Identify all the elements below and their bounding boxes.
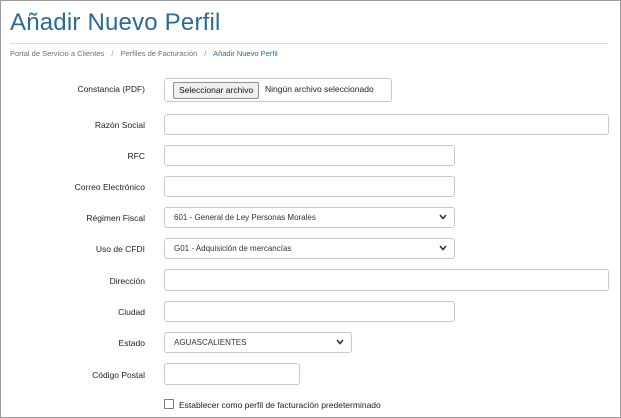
window-frame: Añadir Nuevo Perfil Portal de Servicio a…	[0, 0, 621, 418]
breadcrumb-link-perfiles[interactable]: Perfiles de Facturación	[121, 49, 198, 58]
uso-cfdi-label: Uso de CFDI	[95, 244, 145, 254]
constancia-file-input[interactable]: Seleccionar archivo Ningún archivo selec…	[164, 78, 392, 102]
correo-label: Correo Electrónico	[74, 182, 145, 192]
breadcrumb: Portal de Servicio a Clientes / Perfiles…	[10, 49, 278, 58]
select-file-button[interactable]: Seleccionar archivo	[173, 82, 260, 99]
razon-social-label: Razón Social	[94, 120, 145, 130]
regimen-fiscal-selected: 601 - General de Ley Personas Morales	[174, 213, 316, 222]
page-title: Añadir Nuevo Perfil	[10, 9, 221, 36]
direccion-label: Dirección	[109, 276, 145, 286]
breadcrumb-separator: /	[204, 49, 207, 58]
uso-cfdi-selected: G01 - Adquisición de mercancías	[174, 244, 292, 253]
codigo-postal-label: Código Postal	[92, 370, 145, 380]
uso-cfdi-select[interactable]: G01 - Adquisición de mercancías	[164, 238, 455, 259]
chevron-down-icon	[439, 245, 447, 251]
breadcrumb-current: Añadir Nuevo Perfil	[213, 49, 278, 58]
default-profile-checkbox[interactable]	[164, 399, 174, 409]
default-profile-option[interactable]: Establecer como perfil de facturación pr…	[164, 399, 381, 410]
rfc-input[interactable]	[164, 145, 455, 166]
estado-label: Estado	[118, 338, 145, 348]
estado-selected: AGUASCALIENTES	[174, 338, 247, 347]
title-divider	[10, 43, 608, 44]
postal-code-input[interactable]	[164, 363, 300, 385]
breadcrumb-separator: /	[111, 49, 114, 58]
ciudad-input[interactable]	[164, 301, 455, 322]
regimen-fiscal-select[interactable]: 601 - General de Ley Personas Morales	[164, 207, 455, 228]
ciudad-label: Ciudad	[118, 307, 145, 317]
estado-select[interactable]: AGUASCALIENTES	[164, 332, 352, 353]
regimen-fiscal-label: Régimen Fiscal	[86, 213, 145, 223]
razon-social-input[interactable]	[164, 114, 609, 135]
rfc-label: RFC	[127, 151, 145, 161]
file-status-text: Ningún archivo seleccionado	[265, 84, 374, 94]
default-profile-label: Establecer como perfil de facturación pr…	[179, 400, 381, 410]
chevron-down-icon	[439, 214, 447, 220]
breadcrumb-link-portal[interactable]: Portal de Servicio a Clientes	[10, 49, 104, 58]
email-input[interactable]	[164, 176, 455, 197]
direccion-input[interactable]	[164, 269, 609, 291]
chevron-down-icon	[336, 339, 344, 345]
constancia-label: Constancia (PDF)	[77, 84, 145, 94]
